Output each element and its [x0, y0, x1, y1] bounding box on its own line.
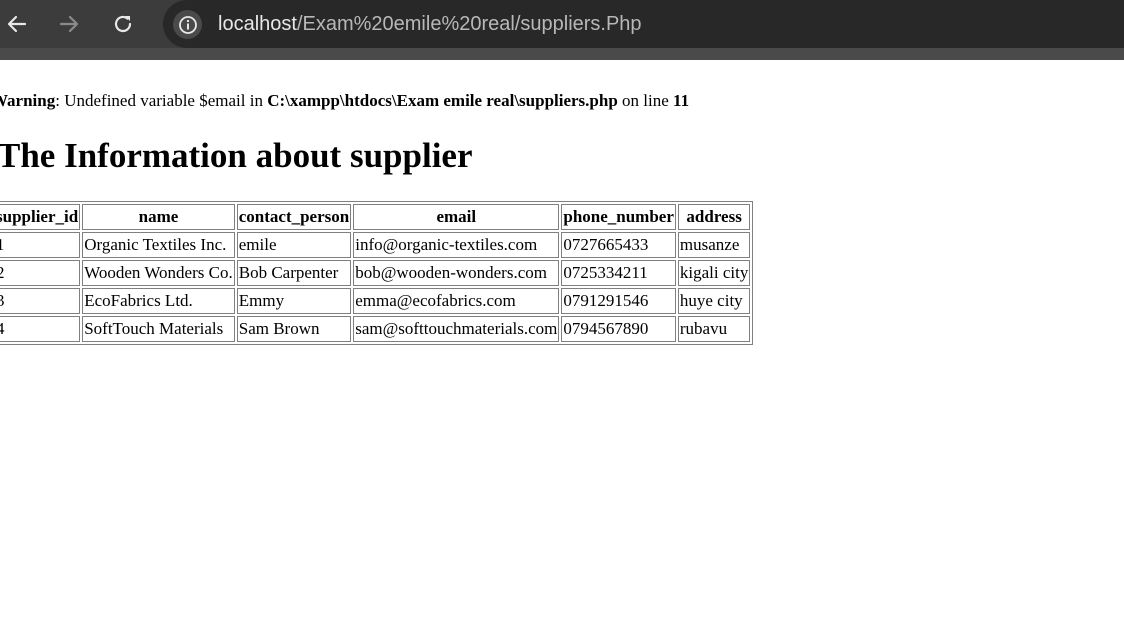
- forward-arrow-icon: [59, 15, 79, 33]
- column-header: address: [677, 204, 751, 230]
- table-cell: 0794567890: [561, 316, 676, 342]
- table-cell: Organic Textiles Inc.: [82, 232, 235, 258]
- table-cell: emma@ecofabrics.com: [353, 288, 560, 314]
- table-cell: kigali city: [677, 260, 751, 286]
- table-cell: Emmy: [236, 288, 352, 314]
- table-cell: emile: [236, 232, 352, 258]
- warning-file-path: C:\xampp\htdocs\Exam emile real\supplier…: [267, 91, 618, 110]
- table-cell: bob@wooden-wonders.com: [353, 260, 560, 286]
- table-cell: 0727665433: [561, 232, 676, 258]
- table-cell: 2: [0, 260, 81, 286]
- table-cell: 0791291546: [561, 288, 676, 314]
- column-header: name: [82, 204, 235, 230]
- table-cell: rubavu: [677, 316, 751, 342]
- table-cell: huye city: [677, 288, 751, 314]
- table-cell: Bob Carpenter: [236, 260, 352, 286]
- table-row: 1 Organic Textiles Inc. emile info@organ…: [0, 232, 751, 258]
- column-header: supplier_id: [0, 204, 81, 230]
- warning-line-number: 11: [673, 91, 690, 110]
- page-content: Warning: Undefined variable $email in C:…: [0, 60, 1124, 634]
- column-header: email: [353, 204, 560, 230]
- table-cell: musanze: [677, 232, 751, 258]
- table-cell: 1: [0, 232, 81, 258]
- table-row: 3 EcoFabrics Ltd. Emmy emma@ecofabrics.c…: [0, 288, 751, 314]
- back-button[interactable]: [2, 9, 32, 39]
- table-row: 4 SoftTouch Materials Sam Brown sam@soft…: [0, 316, 751, 342]
- table-cell: Wooden Wonders Co.: [82, 260, 235, 286]
- site-info-button[interactable]: [173, 10, 202, 39]
- suppliers-table: supplier_id name contact_person email ph…: [0, 201, 754, 345]
- table-cell: 3: [0, 288, 81, 314]
- info-icon: [178, 15, 197, 34]
- table-header-row: supplier_id name contact_person email ph…: [0, 204, 751, 230]
- url-host: localhost: [218, 13, 297, 35]
- page-title: The Information about supplier: [0, 136, 473, 175]
- php-warning: Warning: Undefined variable $email in C:…: [0, 91, 689, 111]
- table-cell: 0725334211: [561, 260, 676, 286]
- table-cell: 4: [0, 316, 81, 342]
- warning-label: Warning: [0, 91, 56, 110]
- forward-button[interactable]: [54, 9, 84, 39]
- table-cell: sam@softtouchmaterials.com: [353, 316, 560, 342]
- column-header: contact_person: [236, 204, 352, 230]
- table-row: 2 Wooden Wonders Co. Bob Carpenter bob@w…: [0, 260, 751, 286]
- table-cell: SoftTouch Materials: [82, 316, 235, 342]
- reload-button[interactable]: [108, 9, 138, 39]
- table-cell: info@organic-textiles.com: [353, 232, 560, 258]
- url-path: /Exam%20emile%20real/suppliers.Php: [296, 13, 642, 35]
- toolbar-divider: [0, 48, 1124, 60]
- table-cell: Sam Brown: [236, 316, 352, 342]
- table-cell: EcoFabrics Ltd.: [82, 288, 235, 314]
- column-header: phone_number: [561, 204, 676, 230]
- back-arrow-icon: [7, 15, 27, 33]
- warning-line-text: on line: [617, 91, 674, 110]
- warning-message: : Undefined variable $email in: [55, 91, 268, 110]
- reload-icon: [114, 15, 132, 33]
- url-text[interactable]: localhost/Exam%20emile%20real/suppliers.…: [218, 11, 642, 37]
